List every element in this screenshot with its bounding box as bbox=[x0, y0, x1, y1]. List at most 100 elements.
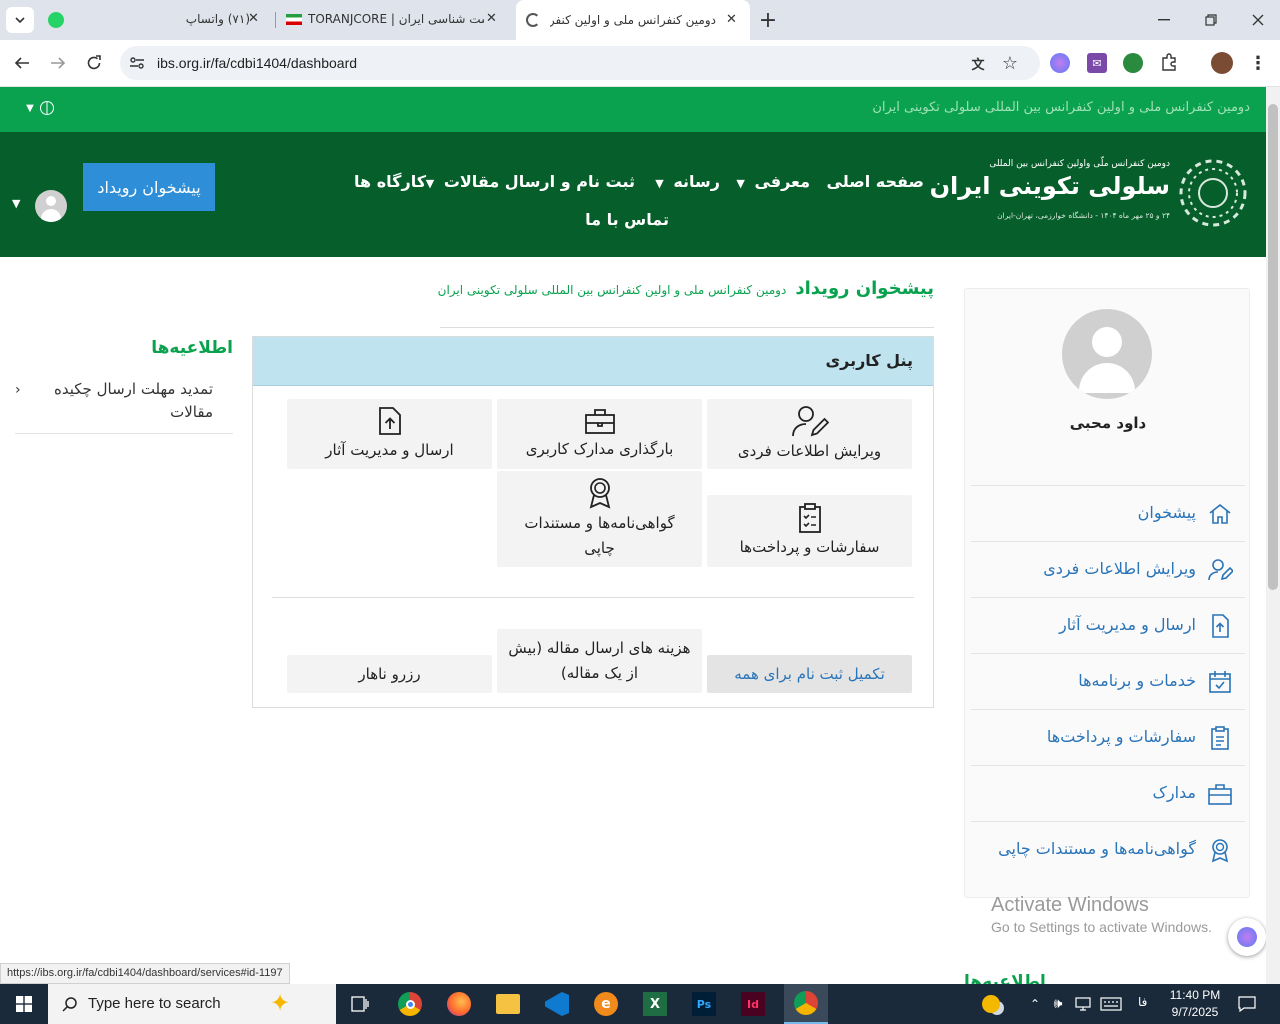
nav-register[interactable]: ثبت نام و ارسال مقالات ▼ bbox=[426, 172, 635, 191]
file-explorer-icon[interactable] bbox=[496, 994, 520, 1014]
card-label: تکمیل ثبت نام برای همه bbox=[734, 664, 885, 683]
logo-line2: سلولی تکوینی ایران bbox=[929, 172, 1170, 200]
taskbar-search-box[interactable]: Type here to search ✦ bbox=[48, 984, 336, 1024]
sidebar-item-label: گواهی‌نامه‌ها و مستندات چاپی bbox=[998, 839, 1196, 858]
watermark-line1: Activate Windows bbox=[991, 894, 1149, 916]
sidebar-item-documents[interactable]: مدارک bbox=[971, 765, 1245, 821]
orders-button[interactable]: سفارشات و پرداخت‌ها bbox=[707, 495, 912, 567]
new-tab-icon[interactable]: + bbox=[756, 8, 780, 33]
lunch-reservation-button[interactable]: رزرو ناهار bbox=[287, 655, 492, 693]
chrome-profile-taskbar-icon[interactable] bbox=[784, 984, 828, 1024]
excel-icon[interactable]: X bbox=[643, 992, 667, 1016]
submission-fee-button[interactable]: هزینه های ارسال مقاله (بیش از یک مقاله) bbox=[497, 629, 702, 693]
banner-text: دومین کنفرانس ملی و اولین کنفرانس بین ال… bbox=[872, 100, 1250, 115]
chevron-down-icon: ▼ bbox=[26, 102, 34, 114]
notification-center-icon[interactable] bbox=[1236, 994, 1258, 1014]
whatsapp-icon bbox=[48, 12, 64, 28]
address-bar[interactable]: ibs.org.ir/fa/cdbi1404/dashboard 文 ☆ bbox=[120, 46, 1040, 80]
loading-icon bbox=[526, 13, 540, 27]
forward-icon[interactable] bbox=[46, 51, 70, 75]
bookmark-star-icon[interactable]: ☆ bbox=[1000, 53, 1020, 74]
site-info-icon[interactable] bbox=[128, 54, 146, 72]
tab-whatsapp[interactable]: (۷۱) واتساپ ✕ bbox=[40, 4, 272, 36]
nav-workshops[interactable]: کارگاه ها bbox=[354, 172, 426, 191]
notifications-title-bottom: اطلاعیه‌ها bbox=[964, 972, 1046, 984]
indesign-icon[interactable]: Id bbox=[741, 992, 765, 1016]
network-icon[interactable] bbox=[1073, 994, 1093, 1014]
card-label: ویرایش اطلاعات فردی bbox=[737, 441, 882, 460]
submit-works-button[interactable]: ارسال و مدیریت آثار bbox=[287, 399, 492, 469]
chevron-down-icon: ▼ bbox=[655, 177, 664, 190]
tab-search-icon[interactable] bbox=[6, 7, 34, 33]
edit-profile-button[interactable]: ویرایش اطلاعات فردی bbox=[707, 399, 912, 469]
photoshop-icon[interactable]: Ps bbox=[692, 992, 716, 1016]
sidebar-item-certificates[interactable]: گواهی‌نامه‌ها و مستندات چاپی bbox=[971, 821, 1245, 877]
close-window-icon[interactable] bbox=[1244, 10, 1272, 30]
extension-mail-icon[interactable]: ✉ bbox=[1087, 53, 1107, 73]
user-menu[interactable]: ▼ bbox=[12, 188, 72, 224]
tab-toranjcore[interactable]: TORANJCORE | ست شناسی ایران ✕ bbox=[278, 4, 514, 36]
task-view-icon[interactable] bbox=[346, 992, 374, 1016]
sidebar-item-services[interactable]: خدمات و برنامه‌ها bbox=[971, 653, 1245, 709]
translate-icon[interactable]: 文 bbox=[968, 53, 988, 73]
page-scrollbar[interactable] bbox=[1266, 87, 1280, 984]
language-selector[interactable]: ▼ bbox=[20, 97, 60, 119]
floating-ai-icon[interactable] bbox=[1228, 918, 1266, 956]
upload-docs-button[interactable]: بارگذاری مدارک کاربری bbox=[497, 399, 702, 469]
minimize-icon[interactable] bbox=[1150, 10, 1178, 30]
volume-icon[interactable]: 🕪 bbox=[1048, 994, 1068, 1014]
card-label: هزینه های ارسال مقاله (بیش از یک مقاله) bbox=[508, 639, 691, 682]
back-icon[interactable] bbox=[10, 51, 34, 75]
extension-green-icon[interactable] bbox=[1123, 53, 1143, 73]
sidebar-item-dashboard[interactable]: پیشخوان bbox=[971, 485, 1245, 541]
clipboard-list-icon bbox=[1211, 726, 1229, 750]
language-indicator[interactable]: فا bbox=[1138, 995, 1147, 1009]
site-logo[interactable]: دومین کنفرانس ملّی واولین کنفرانس بین ال… bbox=[930, 154, 1250, 234]
reload-icon[interactable] bbox=[82, 51, 106, 75]
extension-ai-icon[interactable] bbox=[1050, 53, 1070, 73]
chevron-down-icon: ▼ bbox=[12, 197, 21, 210]
certificates-button[interactable]: گواهی‌نامه‌ها و مستندات چاپی bbox=[497, 471, 702, 567]
keyboard-icon[interactable] bbox=[1098, 994, 1124, 1014]
restore-icon[interactable] bbox=[1197, 10, 1225, 30]
scrollbar-thumb[interactable] bbox=[1268, 104, 1278, 590]
sidebar-item-orders[interactable]: سفارشات و پرداخت‌ها bbox=[971, 709, 1245, 765]
chevron-up-icon[interactable]: ⌃ bbox=[1026, 994, 1044, 1014]
sidebar-item-submit-works[interactable]: ارسال و مدیریت آثار bbox=[971, 597, 1245, 653]
close-icon[interactable]: ✕ bbox=[248, 11, 259, 26]
firefox-taskbar-icon[interactable] bbox=[447, 992, 471, 1016]
extensions-puzzle-icon[interactable] bbox=[1158, 51, 1180, 73]
windows-start-icon[interactable] bbox=[0, 984, 48, 1024]
notification-item[interactable]: ‹ تمدید مهلت ارسال چکیده مقالات bbox=[15, 378, 233, 434]
event-dashboard-button[interactable]: پیشخوان رویداد bbox=[83, 163, 215, 211]
clock[interactable]: 11:40 PM 9/7/2025 bbox=[1162, 987, 1228, 1021]
close-icon[interactable]: ✕ bbox=[486, 11, 497, 26]
vscode-icon[interactable] bbox=[545, 992, 569, 1016]
logo-line3: ۲۴ و ۲۵ مهر ماه ۱۴۰۴ - دانشگاه خوارزمی، … bbox=[997, 211, 1170, 220]
menu-kebab-icon[interactable]: ⋮ bbox=[1248, 52, 1268, 74]
nav-intro[interactable]: معرفی ▼ bbox=[736, 172, 810, 191]
sidebar-item-label: ویرایش اطلاعات فردی bbox=[1043, 559, 1196, 578]
panel-title: پنل کاربری bbox=[825, 351, 913, 370]
status-bar-url: https://ibs.org.ir/fa/cdbi1404/dashboard… bbox=[0, 963, 290, 984]
tab-conference[interactable]: دومین کنفرانس ملی و اولین کنفرا ✕ bbox=[516, 0, 750, 40]
top-banner: دومین کنفرانس ملی و اولین کنفرانس بین ال… bbox=[0, 87, 1266, 132]
award-icon bbox=[1211, 839, 1229, 863]
weather-icon[interactable] bbox=[978, 992, 1004, 1016]
tab-divider bbox=[275, 12, 276, 28]
briefcase-icon bbox=[1208, 784, 1232, 805]
sidebar-item-label: خدمات و برنامه‌ها bbox=[1078, 671, 1196, 690]
profile-avatar-icon[interactable] bbox=[1211, 52, 1233, 74]
nav-contact[interactable]: تماس با ما bbox=[585, 210, 669, 229]
complete-registration-button[interactable]: تکمیل ثبت نام برای همه bbox=[707, 655, 912, 693]
nav-media[interactable]: رسانه ▼ bbox=[655, 172, 720, 191]
sidebar-item-label: ارسال و مدیریت آثار bbox=[1059, 615, 1196, 634]
user-edit-icon bbox=[1208, 559, 1233, 581]
tab-title: دومین کنفرانس ملی و اولین کنفرا bbox=[550, 13, 716, 27]
panel-header: پنل کاربری bbox=[253, 337, 933, 386]
sidebar-item-edit-profile[interactable]: ویرایش اطلاعات فردی bbox=[971, 541, 1245, 597]
close-icon[interactable]: ✕ bbox=[726, 12, 737, 27]
nav-home[interactable]: صفحه اصلی bbox=[827, 172, 924, 191]
chrome-taskbar-icon[interactable] bbox=[398, 992, 422, 1016]
app-orange-icon[interactable]: e bbox=[594, 992, 618, 1016]
